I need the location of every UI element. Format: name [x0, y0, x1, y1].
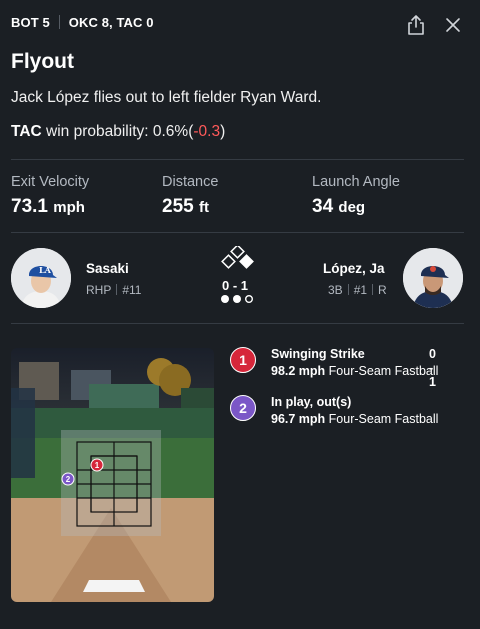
divider [11, 159, 464, 160]
pitch-marker-1: 1 [90, 458, 104, 472]
win-prob-change: -0.3 [193, 123, 221, 140]
svg-text:1: 1 [95, 461, 100, 470]
pitch-result: Swinging Strike [271, 347, 365, 361]
stat-exit-velocity: Exit Velocity 73.1 mph [11, 174, 89, 218]
header-divider [58, 15, 60, 29]
play-description: Jack López flies out to left fielder Rya… [11, 89, 322, 106]
pitch-number-badge: 1 [230, 347, 256, 373]
inning-label: BOT 5 [11, 14, 50, 30]
pitcher-number: #11 [122, 283, 142, 297]
stat-value: 34 [312, 196, 334, 217]
share-icon [408, 15, 424, 35]
stat-unit: deg [338, 199, 366, 216]
divider [11, 323, 464, 324]
pitcher-headshot-image: LA [11, 248, 71, 308]
pitch-number-badge: 2 [230, 395, 256, 421]
stat-unit: mph [53, 199, 85, 216]
pitcher-avatar[interactable]: LA [11, 248, 71, 308]
svg-text:LA: LA [39, 265, 52, 275]
score-label: OKC 8, TAC 0 [68, 14, 154, 30]
batter-order: #1 [353, 283, 368, 297]
stat-value: 255 [162, 196, 194, 217]
pitch-speed: 98.2 mph [271, 364, 326, 378]
share-button[interactable] [406, 14, 426, 36]
batter-meta: 3B #1 R [328, 283, 387, 297]
batter-headshot-image [403, 248, 463, 308]
pitcher-name[interactable]: Sasaki [86, 261, 129, 276]
stat-launch-angle: Launch Angle 34 deg [312, 174, 400, 218]
divider [11, 232, 464, 233]
ball-strike-count: 0 - 1 [222, 278, 249, 293]
pitcher-meta: RHP #11 [86, 283, 141, 297]
batter-name[interactable]: López, Ja [323, 261, 385, 276]
stat-label: Distance [162, 174, 219, 190]
pitch-speed: 96.7 mph [271, 412, 326, 426]
stat-value: 73.1 [11, 196, 48, 217]
pitch-result: In play, out(s) [271, 395, 352, 409]
strike-zone-image: 1 2 [11, 348, 214, 602]
win-prob-team: TAC [11, 123, 42, 140]
play-title: Flyout [11, 50, 74, 73]
third-base [221, 254, 236, 269]
pitch-location-view: 1 2 [11, 348, 214, 602]
batter-position: 3B [328, 283, 343, 297]
win-probability: TAC win probability: 0.6%(-0.3) [11, 123, 225, 141]
stat-unit: ft [198, 199, 209, 216]
win-prob-close-paren: ) [220, 123, 226, 140]
first-base [239, 254, 254, 269]
close-icon [446, 18, 460, 32]
pitch-marker-2: 2 [61, 472, 75, 486]
pitch-type: Four-Seam Fastball [328, 412, 439, 426]
out-dot [233, 295, 241, 303]
bases-diamond-icon [221, 246, 254, 269]
outs-indicator [221, 295, 254, 303]
batter-bats: R [378, 283, 387, 297]
svg-text:2: 2 [66, 475, 71, 484]
stat-label: Exit Velocity [11, 174, 90, 190]
out-dot [245, 295, 254, 303]
out-dot [221, 295, 229, 303]
pitcher-hand: RHP [86, 283, 112, 297]
pitch-type: Four-Seam Fastball [328, 364, 439, 378]
win-prob-value: 0.6% [152, 123, 189, 140]
batter-avatar[interactable] [403, 248, 463, 308]
pitch-details: 98.2 mph Four-Seam Fastball [271, 364, 438, 378]
close-button[interactable] [443, 14, 463, 36]
stat-label: Launch Angle [312, 174, 400, 190]
stat-distance: Distance 255 ft [162, 174, 218, 218]
win-prob-label: win probability: [46, 123, 149, 140]
pitch-details: 96.7 mph Four-Seam Fastball [271, 412, 438, 426]
second-base [230, 246, 245, 259]
